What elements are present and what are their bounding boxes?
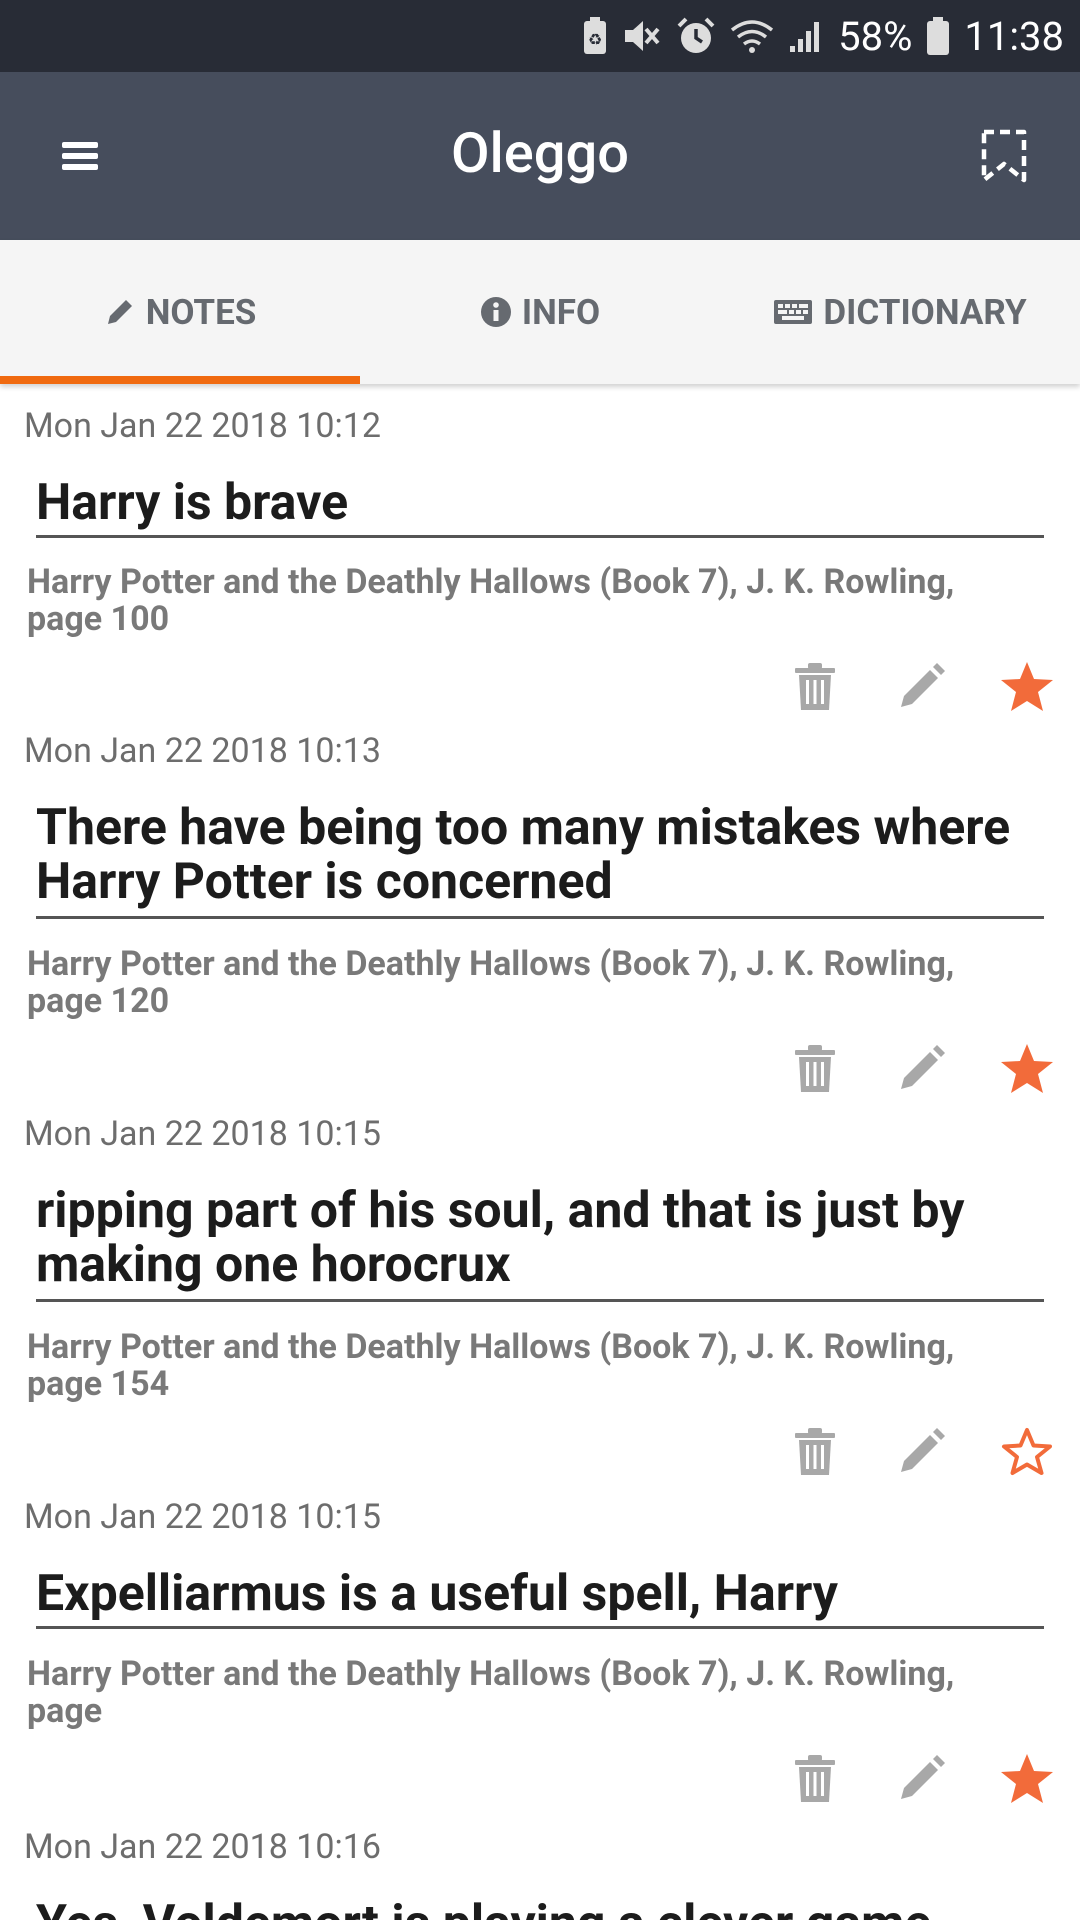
note-source: Harry Potter and the Deathly Hallows (Bo… [27, 1327, 955, 1404]
battery-icon [926, 16, 950, 56]
note-title-underline [36, 916, 1044, 919]
note-card: Mon Jan 22 2018 10:12 Harry is brave Har… [0, 384, 1080, 714]
tab-info[interactable]: INFO [360, 240, 720, 384]
bookmark-button[interactable] [972, 124, 1036, 188]
tab-notes-label: NOTES [145, 291, 257, 333]
note-title-underline [36, 535, 1044, 538]
tab-dictionary[interactable]: DICTIONARY [720, 240, 1080, 384]
star-outline-icon [1002, 1428, 1052, 1475]
pencil-icon [901, 663, 945, 707]
delete-button[interactable] [762, 1417, 868, 1487]
alarm-icon [676, 16, 716, 56]
note-actions [762, 1417, 1080, 1487]
trash-icon [795, 663, 835, 710]
edit-button[interactable] [868, 652, 974, 722]
note-title-underline [36, 1626, 1044, 1629]
app-title: Oleggo [450, 120, 630, 186]
note-title[interactable]: Harry is brave [36, 476, 1044, 530]
tab-dictionary-label: DICTIONARY [823, 291, 1027, 333]
pencil-icon [107, 300, 132, 324]
battery-saver-icon: ♻ [582, 16, 608, 56]
delete-button[interactable] [762, 652, 868, 722]
note-timestamp: Mon Jan 22 2018 10:16 [24, 1827, 381, 1867]
note-source: Harry Potter and the Deathly Hallows (Bo… [27, 944, 955, 1021]
note-source: Harry Potter and the Deathly Hallows (Bo… [27, 1654, 955, 1731]
favorite-button[interactable] [974, 1744, 1080, 1814]
note-title[interactable]: ripping part of his soul, and that is ju… [36, 1184, 1044, 1292]
note-actions [762, 1034, 1080, 1104]
active-tab-indicator [0, 376, 360, 384]
wifi-icon [730, 19, 774, 53]
note-title[interactable]: Expelliarmus is a useful spell, Harry [36, 1567, 1044, 1621]
note-timestamp: Mon Jan 22 2018 10:15 [24, 1497, 381, 1537]
note-timestamp: Mon Jan 22 2018 10:15 [24, 1114, 381, 1154]
note-source: Harry Potter and the Deathly Hallows (Bo… [27, 562, 955, 639]
note-title[interactable]: Yes, Voldemort is playing a clever game [36, 1897, 1044, 1920]
trash-icon [795, 1045, 835, 1092]
favorite-button[interactable] [974, 652, 1080, 722]
trash-icon [795, 1428, 835, 1475]
app-bar: Oleggo [0, 72, 1080, 240]
note-actions [762, 1744, 1080, 1814]
battery-percent: 58% [838, 12, 913, 60]
note-title-underline [36, 1299, 1044, 1302]
pencil-icon [901, 1045, 945, 1089]
note-title[interactable]: There have being too many mistakes where… [36, 801, 1044, 909]
edit-button[interactable] [868, 1417, 974, 1487]
pencil-icon [901, 1428, 945, 1472]
info-circle-icon [480, 297, 511, 327]
svg-text:♻: ♻ [588, 30, 602, 49]
delete-button[interactable] [762, 1034, 868, 1104]
note-card: Mon Jan 22 2018 10:13 There have being t… [0, 714, 1080, 1097]
edit-button[interactable] [868, 1034, 974, 1104]
bookmark-outline-icon [981, 129, 1027, 183]
tab-bar: NOTES INFO DICTIONARY [0, 240, 1080, 384]
star-filled-icon [1001, 1044, 1053, 1093]
note-card: Mon Jan 22 2018 10:16 Yes, Voldemort is … [0, 1810, 1080, 1920]
note-actions [762, 652, 1080, 722]
trash-icon [795, 1755, 835, 1802]
tab-info-label: INFO [521, 291, 601, 333]
pencil-icon [901, 1755, 945, 1799]
star-filled-icon [1001, 662, 1053, 711]
status-bar: ♻ 58% 11:38 [0, 0, 1080, 72]
delete-button[interactable] [762, 1744, 868, 1814]
mute-icon [622, 17, 662, 55]
clock: 11:38 [964, 12, 1064, 60]
signal-icon [788, 18, 824, 54]
note-card: Mon Jan 22 2018 10:15 ripping part of hi… [0, 1097, 1080, 1480]
favorite-button[interactable] [974, 1034, 1080, 1104]
star-filled-icon [1001, 1754, 1053, 1803]
note-card: Mon Jan 22 2018 10:15 Expelliarmus is a … [0, 1480, 1080, 1810]
tab-notes[interactable]: NOTES [0, 240, 360, 384]
note-timestamp: Mon Jan 22 2018 10:12 [24, 406, 381, 446]
favorite-button[interactable] [974, 1417, 1080, 1487]
note-timestamp: Mon Jan 22 2018 10:13 [24, 731, 381, 771]
keyboard-icon [774, 300, 813, 324]
edit-button[interactable] [868, 1744, 974, 1814]
